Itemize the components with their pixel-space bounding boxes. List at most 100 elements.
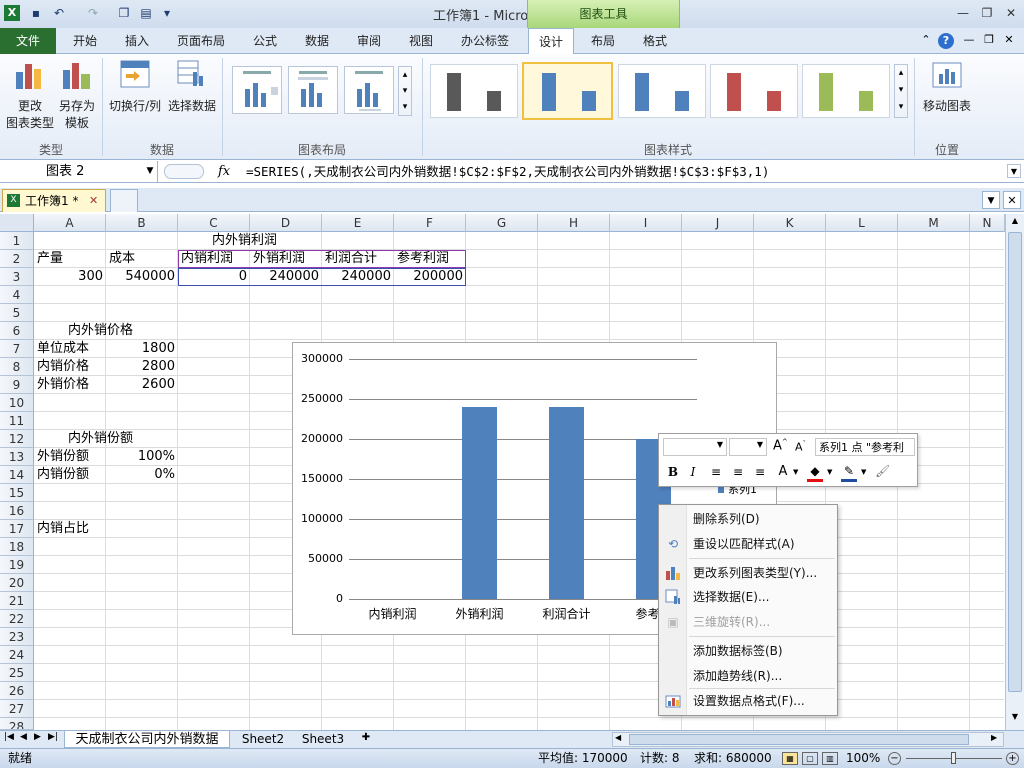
fill-color-icon[interactable]: ◆ (807, 464, 823, 482)
align-left-button[interactable]: ≡ (707, 465, 725, 483)
hscroll-left-icon[interactable]: ◀ (615, 733, 621, 742)
category-axis[interactable]: 内销利润 外销利润 利润合计 参考利 (349, 605, 697, 623)
help-icon[interactable]: ? (938, 33, 954, 49)
row-header[interactable]: 11 (0, 412, 34, 430)
column-header[interactable]: B (106, 214, 178, 232)
cell-b13[interactable]: 100% (106, 448, 178, 466)
hscroll-right-icon[interactable]: ▶ (991, 733, 997, 742)
tab-insert[interactable]: 插入 (114, 28, 160, 54)
close-icon[interactable]: ✕ (1000, 4, 1022, 22)
row-header[interactable]: 25 (0, 664, 34, 682)
normal-view-icon[interactable]: ▦ (782, 752, 798, 765)
select-data-button[interactable]: 选择数据 (166, 58, 218, 118)
menu-item-select-data[interactable]: 选择数据(E)... (659, 585, 837, 609)
cell-a3[interactable]: 300 (34, 268, 106, 286)
styles-scroll-icon[interactable]: ▴ ▾ ▾ (894, 64, 908, 118)
row-header[interactable]: 19 (0, 556, 34, 574)
chart-style-2[interactable] (522, 62, 613, 120)
chart-layout-3[interactable] (344, 66, 394, 114)
cell-a13[interactable]: 外销份额 (37, 448, 105, 466)
scroll-down-icon[interactable]: ▼ (1008, 712, 1022, 726)
formula-input[interactable]: =SERIES(,天成制衣公司内外销数据!$C$2:$F$2,天成制衣公司内外销… (246, 161, 769, 182)
row-header[interactable]: 6 (0, 322, 34, 340)
insert-function-icon[interactable]: fx (218, 162, 236, 181)
workbook-tab-close-icon[interactable]: ✕ (89, 190, 98, 212)
align-center-button[interactable]: ≡ (729, 465, 747, 483)
cell-b8[interactable]: 2800 (106, 358, 178, 376)
scroll-thumb[interactable] (1008, 232, 1022, 692)
sheet-tab[interactable]: Sheet3 (296, 731, 350, 748)
row-header[interactable]: 24 (0, 646, 34, 664)
name-box[interactable]: 图表 2 (0, 161, 158, 182)
new-workbook-tab[interactable] (110, 189, 138, 212)
outline-color-dropdown-icon[interactable]: ▼ (861, 468, 869, 480)
value-axis[interactable]: 300000 250000 200000 150000 100000 50000 0 (293, 343, 349, 623)
switch-row-col-button[interactable]: 切换行/列 (106, 58, 164, 118)
chart-layout-2[interactable] (288, 66, 338, 114)
cell-b14[interactable]: 0% (106, 466, 178, 484)
chart-style-4[interactable] (710, 64, 798, 118)
row-header[interactable]: 1 (0, 232, 34, 250)
row-header[interactable]: 13 (0, 448, 34, 466)
row-header[interactable]: 5 (0, 304, 34, 322)
doc-close-icon[interactable]: ✕ (1002, 33, 1016, 49)
doc-restore-icon[interactable]: ❐ (982, 33, 996, 49)
doc-minimize-icon[interactable]: — (962, 33, 976, 49)
cell-b9[interactable]: 2600 (106, 376, 178, 394)
minimize-icon[interactable]: — (952, 4, 974, 22)
row-header[interactable]: 2 (0, 250, 34, 268)
tab-home[interactable]: 开始 (62, 28, 108, 54)
row-header[interactable]: 28 (0, 718, 34, 730)
font-color-button[interactable]: A (775, 464, 791, 482)
formula-bar-handle[interactable] (164, 164, 204, 179)
scroll-up-icon[interactable]: ▲ (1008, 216, 1022, 230)
font-color-dropdown-icon[interactable]: ▼ (793, 468, 801, 480)
cell-a2[interactable]: 产量 (37, 250, 105, 268)
tab-data[interactable]: 数据 (294, 28, 340, 54)
column-header[interactable]: M (898, 214, 970, 232)
row-header[interactable]: 15 (0, 484, 34, 502)
hscroll-thumb[interactable] (629, 734, 969, 745)
tab-format[interactable]: 格式 (632, 28, 678, 54)
layouts-scroll-icon[interactable]: ▴ ▾ ▾ (398, 66, 412, 116)
menu-item-reset-style[interactable]: ⟲ 重设以匹配样式(A) (659, 532, 837, 556)
row-header[interactable]: 18 (0, 538, 34, 556)
column-header[interactable]: F (394, 214, 466, 232)
bold-button[interactable]: B (665, 465, 681, 483)
format-painter-icon[interactable]: 🖌 (875, 464, 891, 482)
row-header[interactable]: 20 (0, 574, 34, 592)
cell-a12[interactable]: 内外销份额 (68, 430, 168, 448)
tab-page-layout[interactable]: 页面布局 (168, 28, 234, 54)
row-header[interactable]: 16 (0, 502, 34, 520)
restore-icon[interactable]: ❐ (976, 4, 998, 22)
cell-a6[interactable]: 内外销价格 (68, 322, 168, 340)
cell-a9[interactable]: 外销价格 (37, 376, 105, 394)
zoom-slider-thumb[interactable] (951, 752, 956, 764)
expand-formula-icon[interactable]: ▼ (1007, 164, 1021, 178)
column-header[interactable]: A (34, 214, 106, 232)
tab-design[interactable]: 设计 (528, 28, 574, 55)
tabs-dropdown-icon[interactable]: ▼ (982, 191, 1000, 209)
outline-color-icon[interactable]: ✎ (841, 464, 857, 482)
row-header[interactable]: 27 (0, 700, 34, 718)
sheet-nav-prev-icon[interactable]: ◀ (20, 732, 30, 742)
vertical-scrollbar[interactable]: ▲ ▼ (1005, 214, 1024, 730)
page-layout-view-icon[interactable]: ▢ (802, 752, 818, 765)
tab-file[interactable]: 文件 (0, 28, 56, 54)
row-header[interactable]: 12 (0, 430, 34, 448)
italic-button[interactable]: I (685, 465, 701, 483)
zoom-level[interactable]: 100% (846, 749, 880, 768)
chart-bar[interactable] (462, 407, 497, 599)
sheet-nav-first-icon[interactable]: |◀ (4, 732, 16, 742)
plot-area[interactable] (349, 359, 697, 600)
chart-style-3[interactable] (618, 64, 706, 118)
menu-item-format-data-point[interactable]: 设置数据点格式(F)... (659, 689, 837, 713)
menu-item-delete-series[interactable]: 删除系列(D) (659, 507, 837, 531)
cell-b7[interactable]: 1800 (106, 340, 178, 358)
cell-a8[interactable]: 内销价格 (37, 358, 105, 376)
page-break-view-icon[interactable]: ▥ (822, 752, 838, 765)
cell-a14[interactable]: 内销份额 (37, 466, 105, 484)
column-header[interactable]: G (466, 214, 538, 232)
row-header[interactable]: 7 (0, 340, 34, 358)
move-chart-button[interactable]: 移动图表 (918, 58, 976, 118)
